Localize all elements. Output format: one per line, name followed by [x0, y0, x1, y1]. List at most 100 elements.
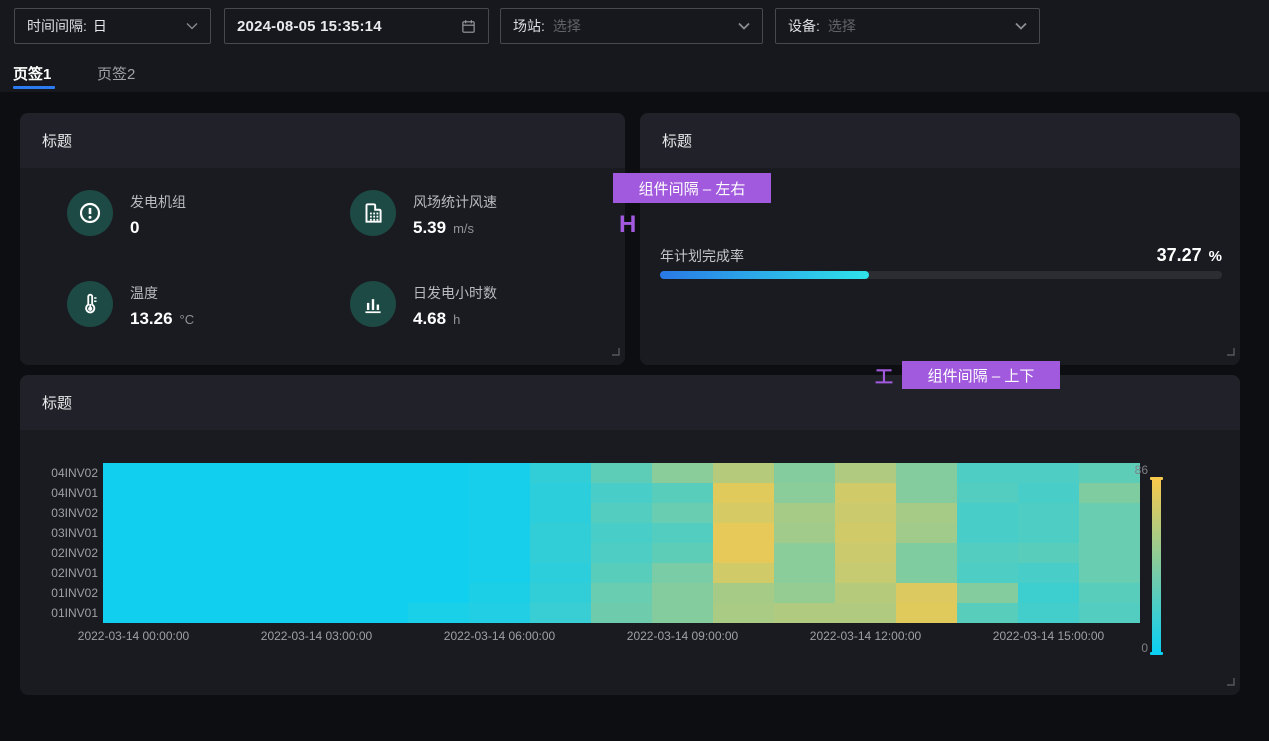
heatmap-cell[interactable] — [408, 523, 469, 543]
station-select[interactable]: 场站: 选择 — [500, 8, 763, 44]
heatmap-cell[interactable] — [164, 563, 225, 583]
heatmap-cell[interactable] — [1079, 563, 1140, 583]
tab-page1[interactable]: 页签1 — [13, 63, 51, 84]
heatmap-cell[interactable] — [1079, 503, 1140, 523]
heatmap-cell[interactable] — [469, 503, 530, 523]
heatmap-cell[interactable] — [347, 523, 408, 543]
heatmap-cell[interactable] — [408, 583, 469, 603]
heatmap-cell[interactable] — [347, 483, 408, 503]
heatmap-cell[interactable] — [957, 523, 1018, 543]
heatmap-cell[interactable] — [957, 483, 1018, 503]
heatmap-cell[interactable] — [957, 503, 1018, 523]
heatmap-cell[interactable] — [530, 603, 591, 623]
heatmap-cell[interactable] — [957, 563, 1018, 583]
heatmap-cell[interactable] — [835, 583, 896, 603]
heatmap-cell[interactable] — [530, 523, 591, 543]
heatmap-cell[interactable] — [286, 503, 347, 523]
heatmap-cell[interactable] — [469, 563, 530, 583]
heatmap-cell[interactable] — [774, 563, 835, 583]
visualmap-handle-top[interactable] — [1150, 477, 1163, 480]
heatmap-grid[interactable] — [103, 463, 1140, 623]
heatmap-cell[interactable] — [286, 603, 347, 623]
heatmap-cell[interactable] — [225, 583, 286, 603]
heatmap-cell[interactable] — [530, 563, 591, 583]
heatmap-cell[interactable] — [530, 463, 591, 483]
heatmap-cell[interactable] — [347, 543, 408, 563]
device-select[interactable]: 设备: 选择 — [775, 8, 1040, 44]
heatmap-cell[interactable] — [286, 563, 347, 583]
heatmap-cell[interactable] — [896, 503, 957, 523]
heatmap-cell[interactable] — [225, 523, 286, 543]
heatmap-cell[interactable] — [896, 543, 957, 563]
heatmap-cell[interactable] — [591, 503, 652, 523]
heatmap-cell[interactable] — [469, 463, 530, 483]
heatmap-cell[interactable] — [225, 503, 286, 523]
heatmap-cell[interactable] — [713, 583, 774, 603]
heatmap-cell[interactable] — [164, 603, 225, 623]
heatmap-cell[interactable] — [591, 463, 652, 483]
interval-select[interactable]: 时间间隔: 日 — [14, 8, 211, 44]
resize-grip-icon[interactable] — [1225, 343, 1235, 361]
heatmap-cell[interactable] — [835, 463, 896, 483]
heatmap-cell[interactable] — [652, 583, 713, 603]
heatmap-cell[interactable] — [286, 463, 347, 483]
heatmap-cell[interactable] — [1079, 483, 1140, 503]
heatmap-cell[interactable] — [408, 543, 469, 563]
heatmap-cell[interactable] — [957, 583, 1018, 603]
heatmap-cell[interactable] — [225, 463, 286, 483]
heatmap-cell[interactable] — [774, 463, 835, 483]
heatmap-cell[interactable] — [652, 483, 713, 503]
heatmap-cell[interactable] — [103, 463, 164, 483]
heatmap-cell[interactable] — [469, 523, 530, 543]
tab-page2[interactable]: 页签2 — [97, 63, 135, 84]
heatmap-cell[interactable] — [652, 603, 713, 623]
heatmap-cell[interactable] — [713, 483, 774, 503]
heatmap-cell[interactable] — [774, 543, 835, 563]
heatmap-cell[interactable] — [896, 523, 957, 543]
heatmap-cell[interactable] — [652, 543, 713, 563]
heatmap-cell[interactable] — [652, 523, 713, 543]
heatmap-cell[interactable] — [591, 563, 652, 583]
heatmap-cell[interactable] — [713, 523, 774, 543]
heatmap-cell[interactable] — [408, 563, 469, 583]
heatmap-cell[interactable] — [774, 483, 835, 503]
resize-grip-icon[interactable] — [1225, 673, 1235, 691]
heatmap-cell[interactable] — [103, 563, 164, 583]
heatmap-cell[interactable] — [835, 483, 896, 503]
heatmap-cell[interactable] — [225, 603, 286, 623]
heatmap-cell[interactable] — [469, 583, 530, 603]
heatmap-cell[interactable] — [1079, 583, 1140, 603]
heatmap-cell[interactable] — [103, 483, 164, 503]
heatmap-cell[interactable] — [957, 543, 1018, 563]
heatmap-cell[interactable] — [774, 603, 835, 623]
heatmap-cell[interactable] — [164, 503, 225, 523]
heatmap-cell[interactable] — [713, 463, 774, 483]
heatmap-cell[interactable] — [225, 543, 286, 563]
heatmap-cell[interactable] — [1018, 563, 1079, 583]
heatmap-cell[interactable] — [103, 583, 164, 603]
heatmap-cell[interactable] — [1018, 503, 1079, 523]
heatmap-cell[interactable] — [286, 583, 347, 603]
heatmap-cell[interactable] — [713, 603, 774, 623]
visualmap-handle-bottom[interactable] — [1150, 652, 1163, 655]
heatmap-cell[interactable] — [1018, 583, 1079, 603]
heatmap-cell[interactable] — [652, 563, 713, 583]
heatmap-cell[interactable] — [347, 583, 408, 603]
heatmap-cell[interactable] — [530, 543, 591, 563]
heatmap-cell[interactable] — [164, 483, 225, 503]
heatmap-cell[interactable] — [164, 543, 225, 563]
heatmap-cell[interactable] — [347, 503, 408, 523]
heatmap-cell[interactable] — [408, 503, 469, 523]
resize-grip-icon[interactable] — [610, 343, 620, 361]
heatmap-cell[interactable] — [530, 483, 591, 503]
heatmap-cell[interactable] — [530, 583, 591, 603]
heatmap-cell[interactable] — [408, 603, 469, 623]
heatmap-cell[interactable] — [1018, 543, 1079, 563]
heatmap-cell[interactable] — [103, 603, 164, 623]
heatmap-cell[interactable] — [469, 603, 530, 623]
heatmap-cell[interactable] — [103, 503, 164, 523]
heatmap-cell[interactable] — [896, 483, 957, 503]
heatmap-cell[interactable] — [896, 603, 957, 623]
heatmap-cell[interactable] — [652, 463, 713, 483]
heatmap-cell[interactable] — [469, 543, 530, 563]
